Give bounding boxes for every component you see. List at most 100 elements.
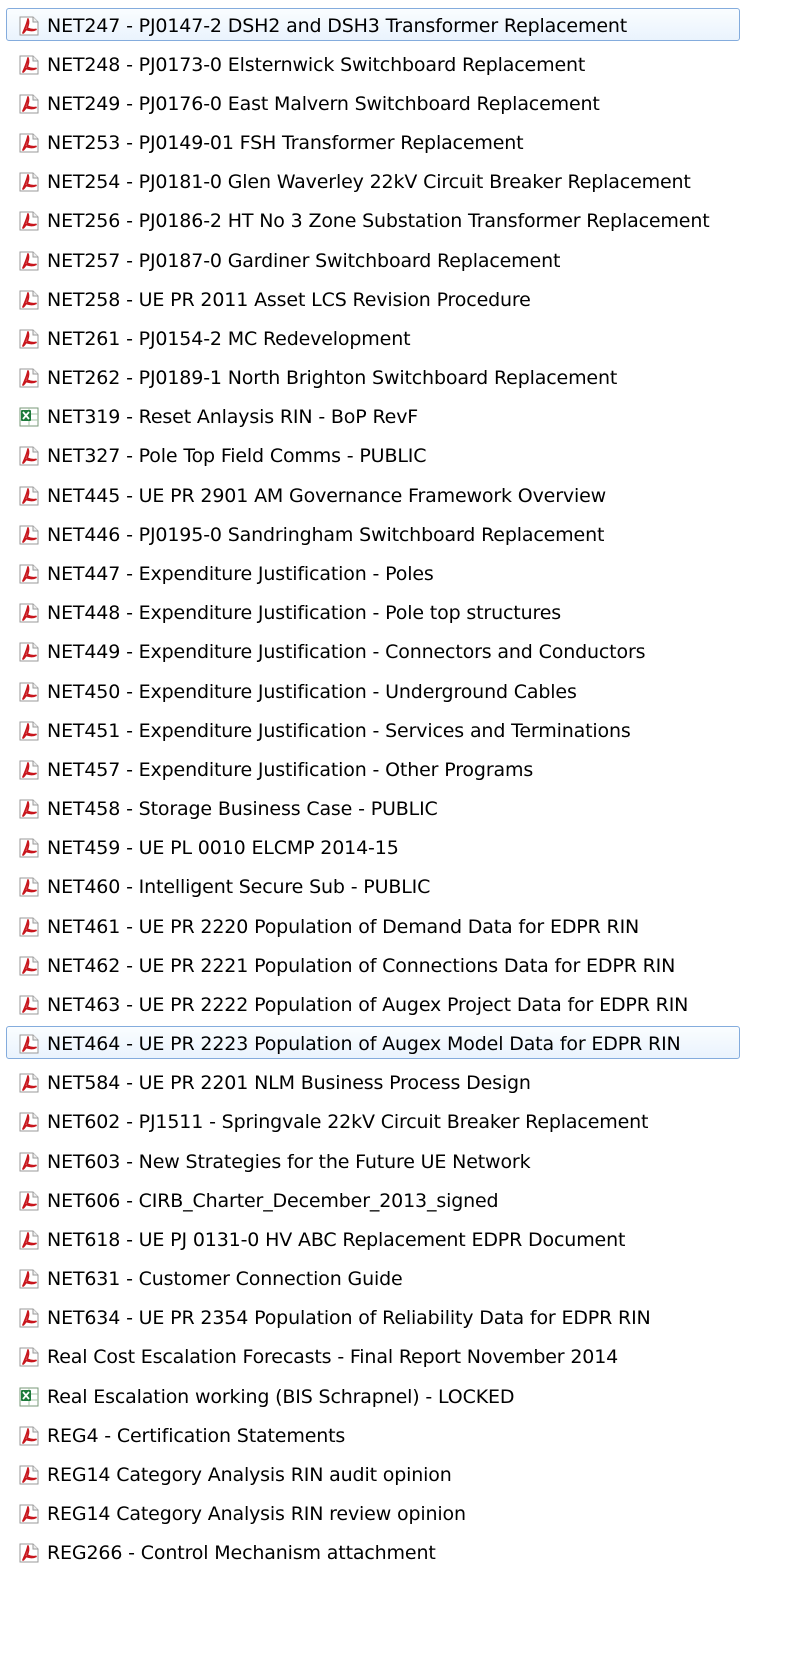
file-name-label: NET618 - UE PJ 0131-0 HV ABC Replacement… xyxy=(47,1228,626,1251)
file-name-label: NET448 - Expenditure Justification - Pol… xyxy=(47,602,561,625)
file-list-item[interactable]: NET606 - CIRB_Charter_December_2013_sign… xyxy=(0,1181,799,1220)
pdf-icon xyxy=(18,1542,40,1564)
file-name-label: REG14 Category Analysis RIN review opini… xyxy=(47,1503,466,1526)
file-list-item[interactable]: NET262 - PJ0189-1 North Brighton Switchb… xyxy=(0,359,799,398)
file-name-label: NET458 - Storage Business Case - PUBLIC xyxy=(47,798,438,821)
file-list-item[interactable]: Real Cost Escalation Forecasts - Final R… xyxy=(0,1338,799,1377)
file-list-item[interactable]: NET247 - PJ0147-2 DSH2 and DSH3 Transfor… xyxy=(0,6,799,45)
file-name-label: REG14 Category Analysis RIN audit opinio… xyxy=(47,1463,452,1486)
file-list-item[interactable]: NET631 - Customer Connection Guide xyxy=(0,1260,799,1299)
pdf-icon xyxy=(18,563,40,585)
file-list-item[interactable]: NET446 - PJ0195-0 Sandringham Switchboar… xyxy=(0,515,799,554)
file-list-item[interactable]: NET618 - UE PJ 0131-0 HV ABC Replacement… xyxy=(0,1220,799,1259)
file-list-item[interactable]: Real Escalation working (BIS Schrapnel) … xyxy=(0,1377,799,1416)
pdf-icon xyxy=(18,485,40,507)
file-list-item[interactable]: NET249 - PJ0176-0 East Malvern Switchboa… xyxy=(0,84,799,123)
file-list-item[interactable]: NET319 - Reset Anlaysis RIN - BoP RevF xyxy=(0,398,799,437)
pdf-icon xyxy=(18,681,40,703)
pdf-icon xyxy=(18,994,40,1016)
file-list-item[interactable]: NET602 - PJ1511 - Springvale 22kV Circui… xyxy=(0,1103,799,1142)
file-list-item[interactable]: NET258 - UE PR 2011 Asset LCS Revision P… xyxy=(0,280,799,319)
pdf-icon xyxy=(18,720,40,742)
file-list-item[interactable]: NET448 - Expenditure Justification - Pol… xyxy=(0,594,799,633)
file-name-label: NET446 - PJ0195-0 Sandringham Switchboar… xyxy=(47,523,605,546)
pdf-icon xyxy=(18,1268,40,1290)
file-name-label: NET606 - CIRB_Charter_December_2013_sign… xyxy=(47,1189,499,1212)
file-name-label: NET631 - Customer Connection Guide xyxy=(47,1268,403,1291)
file-list-item[interactable]: NET253 - PJ0149-01 FSH Transformer Repla… xyxy=(0,124,799,163)
file-list-item[interactable]: NET464 - UE PR 2223 Population of Augex … xyxy=(0,1024,799,1063)
file-list-item[interactable]: NET462 - UE PR 2221 Population of Connec… xyxy=(0,946,799,985)
file-list-item[interactable]: NET254 - PJ0181-0 Glen Waverley 22kV Cir… xyxy=(0,163,799,202)
file-list-item[interactable]: NET248 - PJ0173-0 Elsternwick Switchboar… xyxy=(0,45,799,84)
file-list-item[interactable]: NET634 - UE PR 2354 Population of Reliab… xyxy=(0,1299,799,1338)
pdf-icon xyxy=(18,602,40,624)
file-list-item[interactable]: NET457 - Expenditure Justification - Oth… xyxy=(0,750,799,789)
file-name-label: NET256 - PJ0186-2 HT No 3 Zone Substatio… xyxy=(47,210,710,233)
file-list-item[interactable]: NET451 - Expenditure Justification - Ser… xyxy=(0,711,799,750)
pdf-icon xyxy=(18,445,40,467)
file-name-label: NET258 - UE PR 2011 Asset LCS Revision P… xyxy=(47,288,531,311)
file-list-item[interactable]: NET461 - UE PR 2220 Population of Demand… xyxy=(0,907,799,946)
pdf-icon xyxy=(18,759,40,781)
file-list-item[interactable]: REG266 - Control Mechanism attachment xyxy=(0,1534,799,1573)
pdf-icon xyxy=(18,524,40,546)
file-name-label: REG266 - Control Mechanism attachment xyxy=(47,1542,436,1565)
file-name-label: NET261 - PJ0154-2 MC Redevelopment xyxy=(47,327,411,350)
file-name-label: NET319 - Reset Anlaysis RIN - BoP RevF xyxy=(47,406,419,429)
file-name-label: NET253 - PJ0149-01 FSH Transformer Repla… xyxy=(47,132,524,155)
pdf-icon xyxy=(18,1425,40,1447)
pdf-icon xyxy=(18,798,40,820)
excel-icon xyxy=(18,1386,40,1408)
file-list-item[interactable]: NET261 - PJ0154-2 MC Redevelopment xyxy=(0,319,799,358)
pdf-icon xyxy=(18,289,40,311)
file-name-label: NET462 - UE PR 2221 Population of Connec… xyxy=(47,954,676,977)
file-name-label: NET247 - PJ0147-2 DSH2 and DSH3 Transfor… xyxy=(47,14,628,37)
file-list-item[interactable]: NET450 - Expenditure Justification - Und… xyxy=(0,672,799,711)
file-list-item[interactable]: NET256 - PJ0186-2 HT No 3 Zone Substatio… xyxy=(0,202,799,241)
pdf-icon xyxy=(18,1464,40,1486)
pdf-icon xyxy=(18,93,40,115)
file-list-item[interactable]: NET445 - UE PR 2901 AM Governance Framew… xyxy=(0,476,799,515)
file-name-label: NET249 - PJ0176-0 East Malvern Switchboa… xyxy=(47,92,600,115)
file-list-item[interactable]: REG14 Category Analysis RIN review opini… xyxy=(0,1495,799,1534)
pdf-icon xyxy=(18,1346,40,1368)
file-name-label: NET634 - UE PR 2354 Population of Reliab… xyxy=(47,1307,651,1330)
pdf-icon xyxy=(18,15,40,37)
file-name-label: NET447 - Expenditure Justification - Pol… xyxy=(47,562,434,585)
pdf-icon xyxy=(18,1503,40,1525)
pdf-icon xyxy=(18,1111,40,1133)
file-list-item[interactable]: NET459 - UE PL 0010 ELCMP 2014-15 xyxy=(0,829,799,868)
file-name-label: NET327 - Pole Top Field Comms - PUBLIC xyxy=(47,445,427,468)
file-name-label: NET457 - Expenditure Justification - Oth… xyxy=(47,758,534,781)
file-list-item[interactable]: NET449 - Expenditure Justification - Con… xyxy=(0,633,799,672)
file-list-item[interactable]: NET447 - Expenditure Justification - Pol… xyxy=(0,554,799,593)
file-name-label: Real Cost Escalation Forecasts - Final R… xyxy=(47,1346,619,1369)
pdf-icon xyxy=(18,1151,40,1173)
pdf-icon xyxy=(18,916,40,938)
file-name-label: NET450 - Expenditure Justification - Und… xyxy=(47,680,577,703)
file-name-label: NET254 - PJ0181-0 Glen Waverley 22kV Cir… xyxy=(47,171,691,194)
pdf-icon xyxy=(18,955,40,977)
file-name-label: REG4 - Certification Statements xyxy=(47,1424,346,1447)
file-list-item[interactable]: REG14 Category Analysis RIN audit opinio… xyxy=(0,1455,799,1494)
pdf-icon xyxy=(18,641,40,663)
file-name-label: NET262 - PJ0189-1 North Brighton Switchb… xyxy=(47,367,618,390)
pdf-icon xyxy=(18,837,40,859)
file-list-item[interactable]: NET584 - UE PR 2201 NLM Business Process… xyxy=(0,1064,799,1103)
file-list-item[interactable]: NET460 - Intelligent Secure Sub - PUBLIC xyxy=(0,868,799,907)
file-list-item[interactable]: REG4 - Certification Statements xyxy=(0,1416,799,1455)
file-name-label: NET603 - New Strategies for the Future U… xyxy=(47,1150,531,1173)
file-name-label: NET464 - UE PR 2223 Population of Augex … xyxy=(47,1033,681,1056)
file-list-item[interactable]: NET603 - New Strategies for the Future U… xyxy=(0,1142,799,1181)
file-list-item[interactable]: NET327 - Pole Top Field Comms - PUBLIC xyxy=(0,437,799,476)
file-list: NET247 - PJ0147-2 DSH2 and DSH3 Transfor… xyxy=(0,6,799,1573)
file-name-label: NET463 - UE PR 2222 Population of Augex … xyxy=(47,993,689,1016)
file-name-label: NET451 - Expenditure Justification - Ser… xyxy=(47,719,631,742)
excel-icon xyxy=(18,406,40,428)
file-name-label: NET445 - UE PR 2901 AM Governance Framew… xyxy=(47,484,607,507)
file-list-item[interactable]: NET463 - UE PR 2222 Population of Augex … xyxy=(0,985,799,1024)
file-list-item[interactable]: NET257 - PJ0187-0 Gardiner Switchboard R… xyxy=(0,241,799,280)
file-name-label: NET461 - UE PR 2220 Population of Demand… xyxy=(47,915,640,938)
file-list-item[interactable]: NET458 - Storage Business Case - PUBLIC xyxy=(0,789,799,828)
